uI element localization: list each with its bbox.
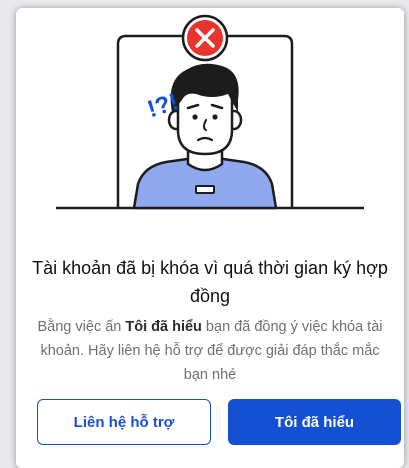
- description-highlight: Tôi đã hiểu: [125, 319, 202, 335]
- illustration: !?!: [16, 8, 404, 238]
- understood-button[interactable]: Tôi đã hiểu: [228, 399, 401, 445]
- dialog-description: Bằng việc ấn Tôi đã hiểu bạn đã đồng ý v…: [30, 315, 390, 387]
- description-prefix: Bằng việc ấn: [37, 319, 126, 335]
- error-x-icon: [181, 14, 229, 62]
- dialog-title: Tài khoản đã bị khóa vì quá thời gian ký…: [32, 258, 388, 306]
- locked-account-dialog: !?! Tài khoản đã bị khóa vì quá thời gia…: [16, 8, 404, 468]
- contact-support-button[interactable]: Liên hệ hỗ trợ: [37, 399, 211, 445]
